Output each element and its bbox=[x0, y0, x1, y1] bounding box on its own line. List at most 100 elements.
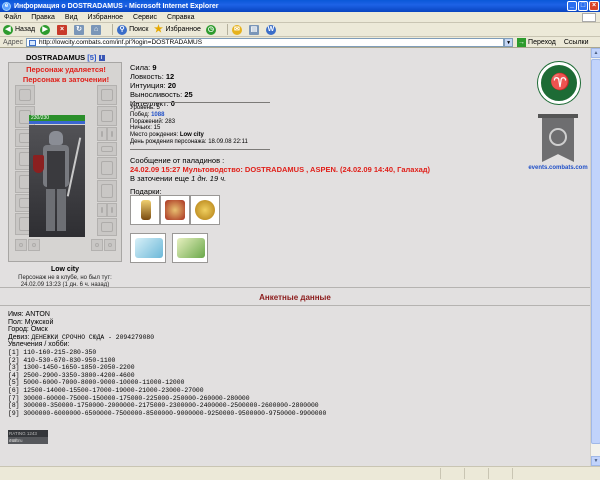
gift-item[interactable] bbox=[130, 233, 166, 263]
scroll-down-icon[interactable]: ▼ bbox=[591, 456, 600, 466]
status-bar bbox=[0, 466, 600, 480]
gift-item[interactable] bbox=[130, 195, 160, 225]
gift-flowers-icon bbox=[177, 238, 205, 258]
mana-bar bbox=[29, 121, 85, 124]
small-slot-2[interactable] bbox=[28, 239, 40, 251]
gift-item[interactable] bbox=[172, 233, 208, 263]
star-icon: ★ bbox=[153, 23, 163, 35]
address-input[interactable]: http://lowcity.combats.com/inf.pl?login=… bbox=[26, 37, 505, 47]
windows-logo bbox=[582, 12, 596, 22]
mail-icon: ✉ bbox=[231, 24, 242, 35]
hobby-line: [5] 5000-6000-7000-8000-9000-10000-11000… bbox=[8, 379, 185, 387]
earrings-slot[interactable] bbox=[97, 85, 117, 105]
pocket-slot-2[interactable] bbox=[107, 203, 117, 217]
small-slot-1[interactable] bbox=[15, 239, 27, 251]
scroll-thumb[interactable] bbox=[591, 59, 600, 444]
profile-hobbies-label: Увлечения / хобби: bbox=[8, 341, 70, 349]
small-slot-4[interactable] bbox=[104, 239, 116, 251]
ring-slot-3[interactable] bbox=[97, 142, 117, 156]
profile-city: Город: Омск bbox=[8, 326, 48, 334]
gift-item[interactable] bbox=[160, 195, 190, 225]
refresh-button[interactable]: ↻ bbox=[74, 24, 86, 35]
menu-edit[interactable]: Правка bbox=[31, 14, 55, 21]
counter-line1: RATING 1243 4676 bbox=[8, 430, 48, 443]
menu-tools[interactable]: Сервис bbox=[133, 14, 157, 21]
go-label: Переход bbox=[528, 38, 556, 46]
shoes-slot[interactable] bbox=[97, 218, 117, 236]
status-segment bbox=[464, 468, 488, 479]
menu-help[interactable]: Справка bbox=[167, 14, 194, 21]
vertical-scrollbar[interactable]: ▲ ▼ bbox=[590, 48, 600, 466]
edit-button[interactable]: W bbox=[265, 24, 278, 35]
menu-bar: Файл Правка Вид Избранное Сервис Справка bbox=[0, 12, 600, 23]
small-slot-3[interactable] bbox=[91, 239, 103, 251]
character-name: DOSTRADAMUS bbox=[26, 53, 86, 62]
info-level: Уровень: 5 bbox=[130, 105, 160, 111]
history-button[interactable]: ◷ bbox=[205, 24, 218, 35]
character-avatar bbox=[29, 125, 85, 237]
questionnaire-title: Анкетные данные bbox=[259, 293, 331, 302]
maximize-button[interactable]: □ bbox=[578, 1, 588, 11]
stat-strength: Сила: 9 bbox=[130, 63, 157, 72]
events-link[interactable]: events.combats.com bbox=[528, 165, 588, 171]
forward-button[interactable]: ▶ bbox=[40, 24, 52, 35]
jail-time: В заточении еще 1 дн. 19 ч. bbox=[130, 174, 227, 183]
stop-icon: × bbox=[57, 24, 68, 35]
go-arrow-icon: → bbox=[517, 37, 527, 47]
page-content: DOSTRADAMUS [5] i Персонаж удаляется! Пе… bbox=[0, 48, 590, 466]
gift-item[interactable] bbox=[190, 195, 220, 225]
links-button[interactable]: Ссылки bbox=[564, 39, 589, 46]
ring-slot-1[interactable] bbox=[97, 127, 107, 141]
amulet-slot[interactable] bbox=[97, 106, 117, 126]
mail-button[interactable]: ✉ bbox=[231, 24, 244, 35]
ie-icon: e bbox=[2, 1, 11, 11]
hobby-line: [1] 110-160-215-280-350 bbox=[8, 348, 97, 356]
go-button[interactable]: → Переход bbox=[517, 37, 556, 47]
minimize-button[interactable]: _ bbox=[567, 1, 577, 11]
menu-file[interactable]: Файл bbox=[4, 14, 21, 21]
shield-slot[interactable] bbox=[97, 157, 117, 179]
rating-counter[interactable]: RATING 1243 4676 mail.ru bbox=[8, 430, 48, 444]
title-bar: e Информация о DOSTRADAMUS - Microsoft I… bbox=[0, 0, 600, 12]
home-icon: ⌂ bbox=[91, 24, 102, 35]
menu-favorites[interactable]: Избранное bbox=[88, 14, 123, 21]
character-info: Уровень: 5 Побед: 1088 Поражений: 283 Ни… bbox=[130, 105, 280, 146]
leggings-slot[interactable] bbox=[97, 180, 117, 202]
info-losses: Поражений: 283 bbox=[130, 118, 176, 125]
back-button[interactable]: ◀ Назад bbox=[3, 24, 35, 35]
ring-slot-2[interactable] bbox=[107, 127, 117, 141]
print-icon: ▤ bbox=[248, 24, 259, 35]
stat-intuition: Интуиция: 20 bbox=[130, 81, 177, 90]
search-button[interactable]: ⚲ Поиск bbox=[117, 24, 149, 35]
close-button[interactable]: × bbox=[589, 1, 599, 11]
profile-name: Имя: ANTON bbox=[8, 311, 50, 318]
paladin-message: 24.02.09 15:27 Мультоводство: DOSTRADAMU… bbox=[130, 165, 431, 174]
back-arrow-icon: ◀ bbox=[3, 24, 13, 35]
helmet-icon bbox=[49, 131, 63, 145]
search-icon: ⚲ bbox=[117, 24, 128, 35]
legs-icon bbox=[46, 189, 66, 231]
helmet-slot[interactable] bbox=[15, 85, 35, 105]
status-segment bbox=[512, 468, 598, 479]
pocket-slot-1[interactable] bbox=[97, 203, 107, 217]
search-label: Поиск bbox=[129, 26, 149, 33]
character-name-line: DOSTRADAMUS [5] i bbox=[26, 53, 105, 62]
stop-button[interactable]: × bbox=[57, 24, 69, 35]
address-label: Адрес bbox=[3, 38, 24, 46]
clan-logo[interactable]: ♈ bbox=[538, 62, 580, 104]
home-button[interactable]: ⌂ bbox=[91, 24, 103, 35]
edit-icon: W bbox=[265, 24, 276, 35]
menu-view[interactable]: Вид bbox=[65, 14, 78, 21]
address-dropdown-icon[interactable]: ▼ bbox=[504, 37, 514, 47]
info-birthday: День рождения персонажа: 18.09.08 22:11 bbox=[130, 138, 248, 145]
page-icon bbox=[29, 39, 37, 46]
divider bbox=[130, 102, 270, 103]
address-url: http://lowcity.combats.com/inf.pl?login=… bbox=[39, 38, 203, 46]
info-icon[interactable]: i bbox=[98, 55, 105, 62]
print-button[interactable]: ▤ bbox=[248, 24, 261, 35]
favorites-button[interactable]: ★ Избранное bbox=[153, 23, 201, 35]
events-banner[interactable] bbox=[536, 114, 580, 166]
deletion-warning: Персонаж удаляется! bbox=[26, 65, 106, 74]
banner-rod bbox=[538, 114, 578, 118]
scroll-up-icon[interactable]: ▲ bbox=[591, 48, 600, 58]
